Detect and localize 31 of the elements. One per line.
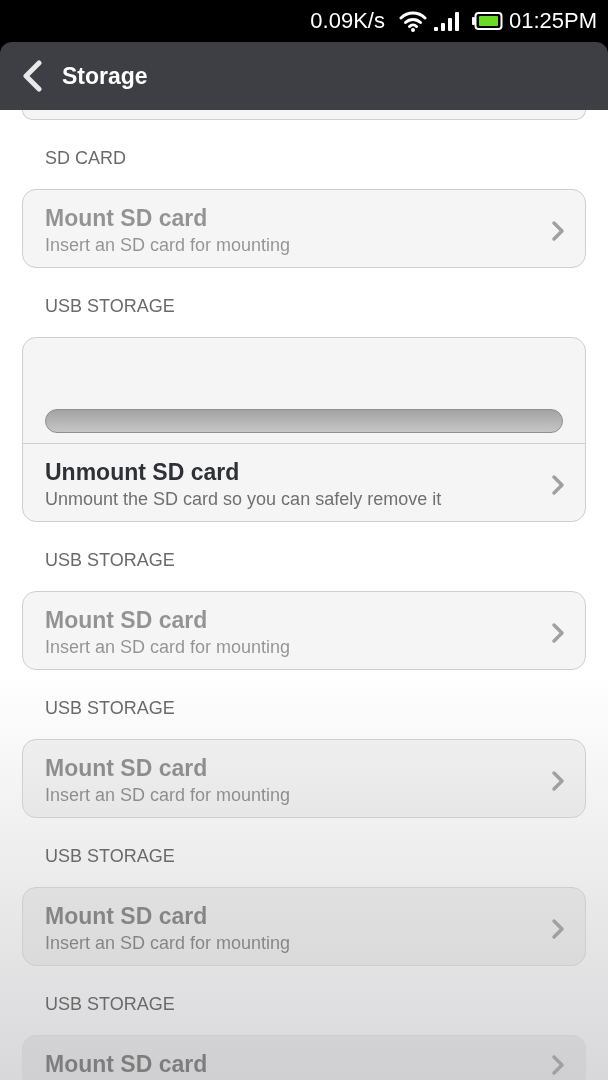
battery-icon xyxy=(471,12,503,30)
chevron-right-icon xyxy=(551,1053,565,1076)
row-title: Mount SD card xyxy=(45,754,209,783)
row-title: Mount SD card xyxy=(45,606,209,635)
section-header: USB STORAGE xyxy=(45,845,176,868)
wifi-icon xyxy=(398,10,427,32)
row-subtitle: Unmount the SD card so you can safely remove it xyxy=(45,488,443,511)
row-subtitle: Insert an SD card for mounting xyxy=(45,636,292,659)
section-header: USB STORAGE xyxy=(45,295,176,318)
row-subtitle: Insert an SD card for mounting xyxy=(45,784,292,807)
row-title: Mount SD card xyxy=(45,1050,209,1079)
back-icon[interactable] xyxy=(22,60,42,92)
row-subtitle: Insert an SD card for mounting xyxy=(45,234,292,257)
row-title: Mount SD card xyxy=(45,902,209,931)
chevron-right-icon xyxy=(551,621,565,644)
chevron-right-icon xyxy=(551,769,565,792)
chevron-right-icon xyxy=(551,473,565,496)
chevron-right-icon xyxy=(551,219,565,242)
settings-row[interactable]: Unmount SD card Unmount the SD card so you can safely remove it xyxy=(23,444,585,521)
row-title: Unmount SD card xyxy=(45,458,241,487)
signal-icon xyxy=(433,11,461,31)
network-speed: 0.09K/s xyxy=(310,8,385,34)
section-header: USB STORAGE xyxy=(45,697,176,720)
row-title: Mount SD card xyxy=(45,204,209,233)
screen-title: Storage xyxy=(62,62,148,91)
section-header: USB STORAGE xyxy=(45,549,176,572)
chevron-right-icon xyxy=(551,917,565,940)
section-header: SD CARD xyxy=(45,147,127,170)
section-header: USB STORAGE xyxy=(45,993,176,1016)
row-subtitle: Insert an SD card for mounting xyxy=(45,932,292,955)
clock-time: 01:25PM xyxy=(508,8,597,34)
